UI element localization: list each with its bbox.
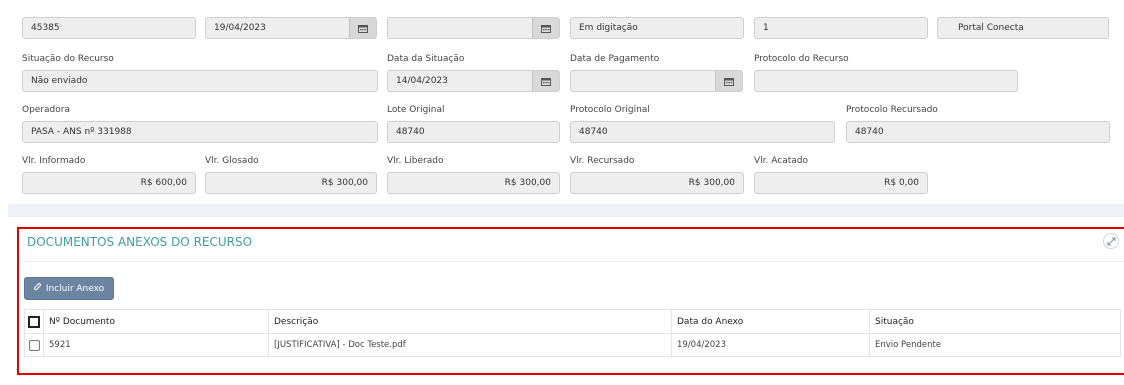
status-field[interactable]: Em digitação [570, 17, 744, 39]
incluir-anexo-button[interactable]: Incluir Anexo [24, 277, 114, 300]
row-select-cell [24, 333, 44, 357]
calendar-icon[interactable] [532, 18, 559, 38]
documents-title: DOCUMENTOS ANEXOS DO RECURSO [27, 235, 253, 249]
documents-table: Nº Documento Descrição Data do Anexo Sit… [24, 309, 1121, 357]
expand-icon[interactable] [1103, 233, 1119, 249]
documents-panel: DOCUMENTOS ANEXOS DO RECURSO Incluir Ane… [17, 227, 1124, 375]
vlr-recursado-field[interactable]: R$ 300,00 [570, 172, 744, 194]
lote-original-label: Lote Original [387, 105, 445, 115]
vlr-liberado-label: Vlr. Liberado [387, 156, 444, 166]
paperclip-icon [33, 282, 42, 295]
lote-original-field[interactable]: 48740 [387, 121, 560, 143]
protocolo-original-label: Protocolo Original [570, 105, 650, 115]
select-all-checkbox[interactable] [28, 315, 40, 328]
vlr-liberado-field[interactable]: R$ 300,00 [387, 172, 560, 194]
section-divider [8, 204, 1124, 217]
data-value: 19/04/2023 [214, 23, 266, 33]
data-situacao-value: 14/04/2023 [396, 76, 448, 86]
incluir-anexo-label: Incluir Anexo [45, 283, 105, 294]
data-vazia-field[interactable] [387, 17, 560, 39]
vlr-glosado-field[interactable]: R$ 300,00 [205, 172, 377, 194]
col-numero[interactable]: Nº Documento [43, 309, 269, 334]
protocolo-recurso-field[interactable] [754, 70, 1018, 92]
vlr-acatado-label: Vlr. Acatado [754, 156, 808, 166]
vlr-informado-field[interactable]: R$ 600,00 [22, 172, 196, 194]
protocolo-original-field[interactable]: 48740 [570, 121, 835, 143]
table-header-row: Nº Documento Descrição Data do Anexo Sit… [24, 309, 1121, 334]
data-pagamento-label: Data de Pagamento [570, 54, 660, 64]
vlr-recursado-label: Vlr. Recursado [570, 156, 635, 166]
data-field[interactable]: 19/04/2023 [205, 17, 377, 39]
col-situacao[interactable]: Situação [869, 309, 1121, 334]
calendar-icon[interactable] [349, 18, 376, 38]
operadora-label: Operadora [22, 105, 70, 115]
table-row[interactable]: 5921 [JUSTIFICATIVA] - Doc Teste.pdf 19/… [24, 333, 1121, 357]
cell-numero: 5921 [43, 333, 269, 357]
protocolo-recursado-field[interactable]: 48740 [846, 121, 1110, 143]
data-situacao-field[interactable]: 14/04/2023 [387, 70, 560, 92]
vlr-glosado-label: Vlr. Glosado [205, 156, 259, 166]
data-situacao-label: Data da Situação [387, 54, 465, 64]
situacao-recurso-label: Situação do Recurso [22, 54, 114, 64]
protocolo-recursado-label: Protocolo Recursado [846, 105, 938, 115]
data-pagamento-field[interactable] [570, 70, 743, 92]
col-descricao[interactable]: Descrição [268, 309, 672, 334]
calendar-icon[interactable] [532, 71, 559, 91]
cell-descricao: [JUSTIFICATIVA] - Doc Teste.pdf [268, 333, 672, 357]
col-data[interactable]: Data do Anexo [671, 309, 870, 334]
numero-field[interactable]: 45385 [22, 17, 196, 39]
origem-field[interactable]: Portal Conecta [937, 17, 1109, 39]
calendar-icon[interactable] [715, 71, 742, 91]
situacao-recurso-field[interactable]: Não enviado [22, 70, 378, 92]
row-checkbox[interactable] [28, 339, 40, 351]
vlr-informado-label: Vlr. Informado [22, 156, 86, 166]
vlr-acatado-field[interactable]: R$ 0,00 [754, 172, 928, 194]
cell-situacao: Envio Pendente [869, 333, 1121, 357]
operadora-field[interactable]: PASA - ANS nº 331988 [22, 121, 378, 143]
protocolo-recurso-label: Protocolo do Recurso [754, 54, 849, 64]
select-all-header [24, 309, 44, 334]
cell-data: 19/04/2023 [671, 333, 870, 357]
panel-separator [21, 261, 1124, 262]
sequencia-field[interactable]: 1 [754, 17, 928, 39]
